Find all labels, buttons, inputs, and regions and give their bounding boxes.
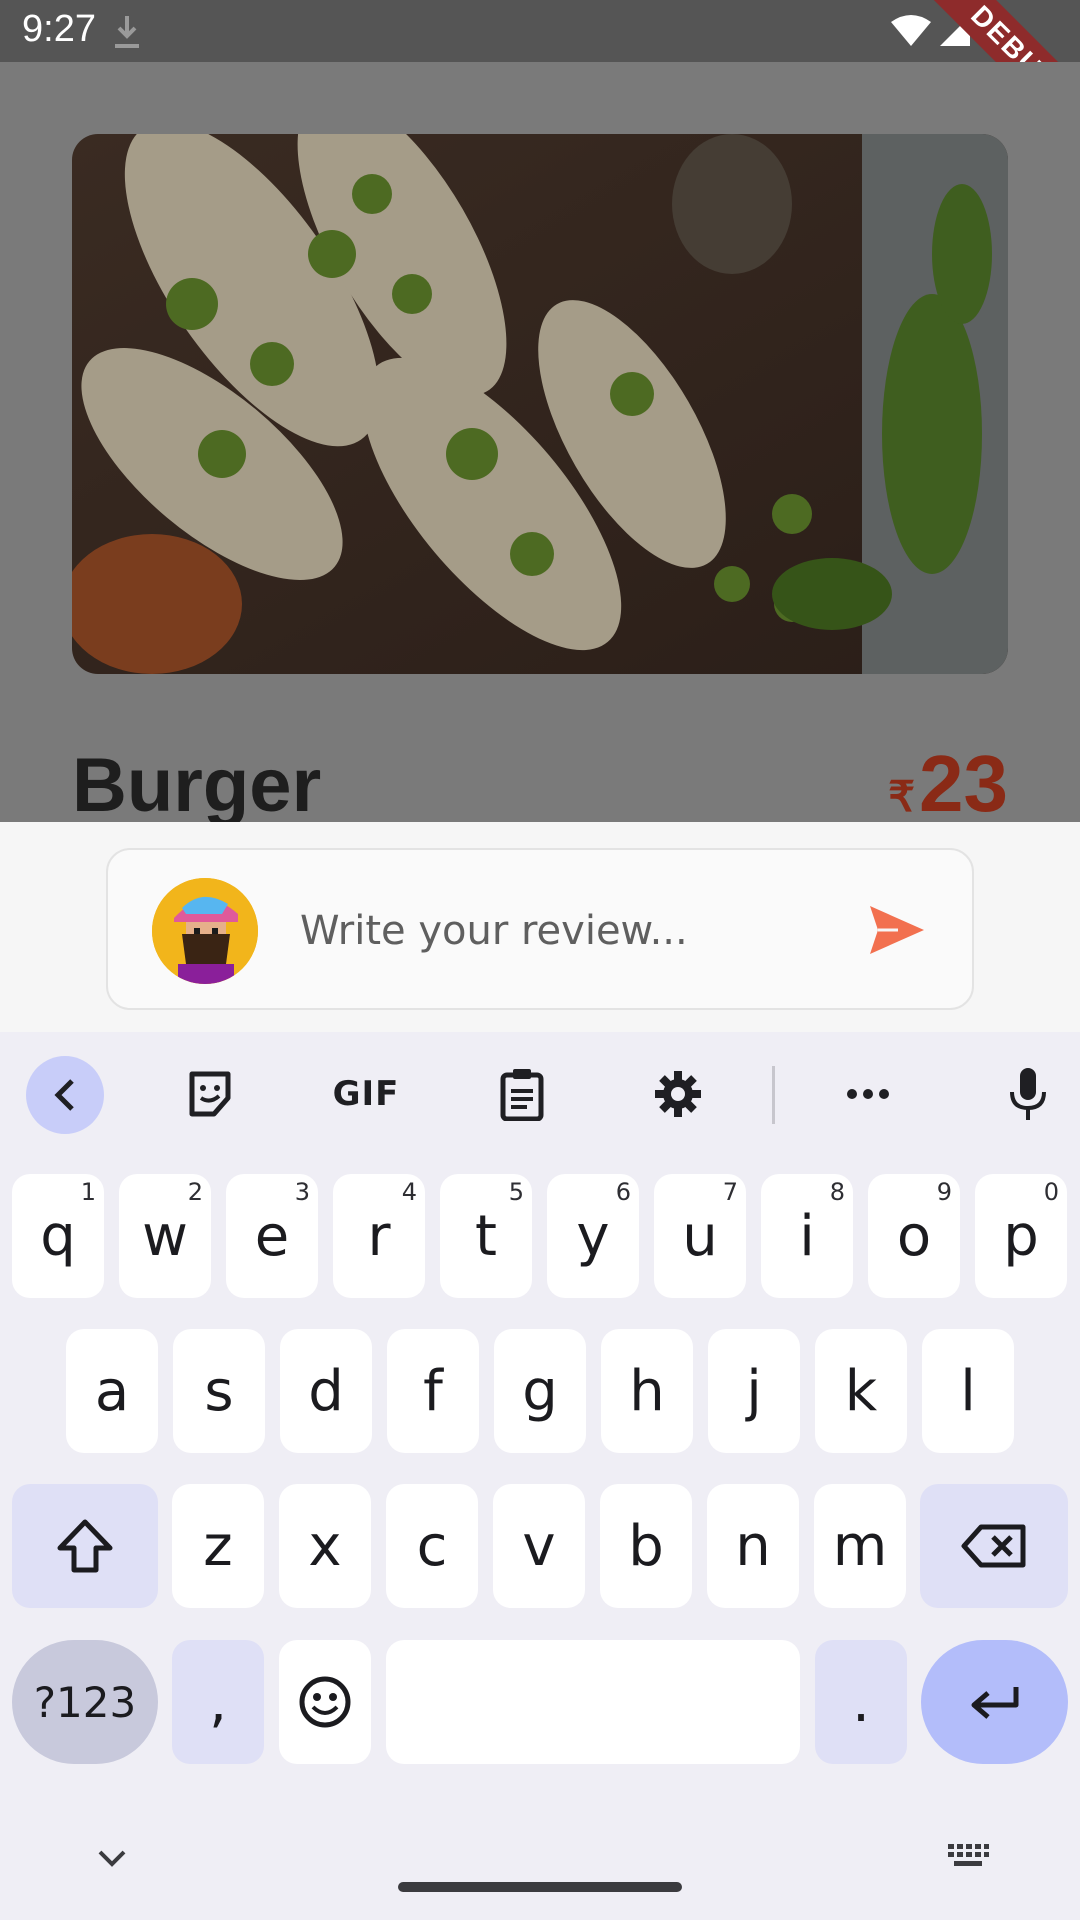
send-icon[interactable] bbox=[868, 902, 926, 958]
key-label: q bbox=[40, 1203, 76, 1269]
key-hint: 2 bbox=[187, 1178, 203, 1206]
clipboard-icon bbox=[500, 1069, 544, 1121]
review-input[interactable] bbox=[298, 894, 858, 968]
enter-icon bbox=[971, 1687, 1018, 1719]
key-n[interactable]: n bbox=[707, 1484, 799, 1608]
more-horiz-icon bbox=[847, 1089, 889, 1099]
key-r[interactable]: r4 bbox=[333, 1174, 425, 1298]
key-label: p bbox=[1003, 1203, 1039, 1269]
key-hint: 0 bbox=[1043, 1178, 1059, 1206]
key-label: u bbox=[682, 1203, 718, 1269]
key-hint: 4 bbox=[401, 1178, 417, 1206]
key-u[interactable]: u7 bbox=[654, 1174, 746, 1298]
period-key[interactable]: . bbox=[815, 1640, 907, 1764]
enter-key[interactable] bbox=[921, 1640, 1068, 1764]
keyboard-toolbar: GIF bbox=[0, 1032, 1080, 1156]
key-a[interactable]: a bbox=[66, 1329, 158, 1453]
avatar bbox=[152, 878, 258, 984]
key-hint: 6 bbox=[615, 1178, 631, 1206]
emoji-icon bbox=[299, 1676, 351, 1728]
key-hint: 7 bbox=[722, 1178, 738, 1206]
product-page: Burger ₹23 bbox=[0, 62, 1080, 822]
key-b[interactable]: b bbox=[600, 1484, 692, 1608]
food-price: ₹23 bbox=[888, 738, 1008, 822]
key-m[interactable]: m bbox=[814, 1484, 906, 1608]
key-k[interactable]: k bbox=[815, 1329, 907, 1453]
shift-icon bbox=[57, 1519, 113, 1573]
key-y[interactable]: y6 bbox=[547, 1174, 639, 1298]
more-button[interactable] bbox=[838, 1056, 898, 1132]
keyboard-switch-icon[interactable] bbox=[946, 1842, 990, 1872]
key-label: i bbox=[799, 1203, 815, 1269]
download-icon bbox=[115, 16, 139, 48]
key-label: r bbox=[367, 1203, 391, 1269]
clipboard-button[interactable] bbox=[492, 1056, 552, 1132]
food-title: Burger bbox=[72, 743, 322, 822]
sticker-icon bbox=[189, 1071, 231, 1117]
chevron-left-icon bbox=[54, 1079, 74, 1111]
review-sheet bbox=[0, 822, 1080, 1032]
key-s[interactable]: s bbox=[173, 1329, 265, 1453]
key-p[interactable]: p0 bbox=[975, 1174, 1067, 1298]
key-q[interactable]: q1 bbox=[12, 1174, 104, 1298]
status-bar: 9:27 bbox=[0, 0, 1080, 62]
key-x[interactable]: x bbox=[279, 1484, 371, 1608]
key-label: t bbox=[475, 1203, 497, 1269]
key-j[interactable]: j bbox=[708, 1329, 800, 1453]
key-hint: 3 bbox=[294, 1178, 310, 1206]
key-label: w bbox=[142, 1203, 188, 1269]
key-w[interactable]: w2 bbox=[119, 1174, 211, 1298]
key-z[interactable]: z bbox=[172, 1484, 264, 1608]
key-o[interactable]: o9 bbox=[868, 1174, 960, 1298]
key-g[interactable]: g bbox=[494, 1329, 586, 1453]
shift-key[interactable] bbox=[12, 1484, 158, 1608]
wifi-icon bbox=[891, 15, 931, 46]
voice-input-button[interactable] bbox=[998, 1056, 1058, 1132]
food-image bbox=[72, 134, 1008, 674]
hide-keyboard-icon[interactable] bbox=[92, 1846, 132, 1870]
status-time: 9:27 bbox=[22, 8, 96, 50]
currency-symbol: ₹ bbox=[888, 773, 916, 820]
space-key[interactable] bbox=[386, 1640, 800, 1764]
key-v[interactable]: v bbox=[493, 1484, 585, 1608]
comma-key[interactable]: , bbox=[172, 1640, 264, 1764]
toolbar-divider bbox=[772, 1066, 775, 1124]
symbols-key[interactable]: ?123 bbox=[12, 1640, 158, 1764]
key-c[interactable]: c bbox=[386, 1484, 478, 1608]
key-f[interactable]: f bbox=[387, 1329, 479, 1453]
gif-button[interactable]: GIF bbox=[326, 1056, 406, 1132]
home-indicator[interactable] bbox=[398, 1882, 682, 1892]
microphone-icon bbox=[1010, 1068, 1046, 1120]
backspace-key[interactable] bbox=[920, 1484, 1068, 1608]
key-l[interactable]: l bbox=[922, 1329, 1014, 1453]
key-label: o bbox=[896, 1203, 932, 1269]
key-t[interactable]: t5 bbox=[440, 1174, 532, 1298]
key-i[interactable]: i8 bbox=[761, 1174, 853, 1298]
key-h[interactable]: h bbox=[601, 1329, 693, 1453]
backspace-icon bbox=[961, 1524, 1026, 1568]
emoji-key[interactable] bbox=[279, 1640, 371, 1764]
key-label: e bbox=[254, 1203, 290, 1269]
key-hint: 1 bbox=[80, 1178, 96, 1206]
gear-icon bbox=[655, 1071, 701, 1117]
settings-button[interactable] bbox=[648, 1056, 708, 1132]
price-amount: 23 bbox=[919, 739, 1008, 822]
sticker-button[interactable] bbox=[180, 1056, 240, 1132]
key-d[interactable]: d bbox=[280, 1329, 372, 1453]
review-box bbox=[106, 848, 974, 1010]
key-label: y bbox=[576, 1203, 610, 1269]
key-e[interactable]: e3 bbox=[226, 1174, 318, 1298]
key-hint: 8 bbox=[829, 1178, 845, 1206]
toolbar-back-button[interactable] bbox=[26, 1056, 104, 1134]
soft-keyboard: GIF q 1 w 2 e 3 r 4 t 5 y 6 u 7 i 8 o 9 … bbox=[0, 1032, 1080, 1920]
key-hint: 9 bbox=[936, 1178, 952, 1206]
key-hint: 5 bbox=[508, 1178, 524, 1206]
